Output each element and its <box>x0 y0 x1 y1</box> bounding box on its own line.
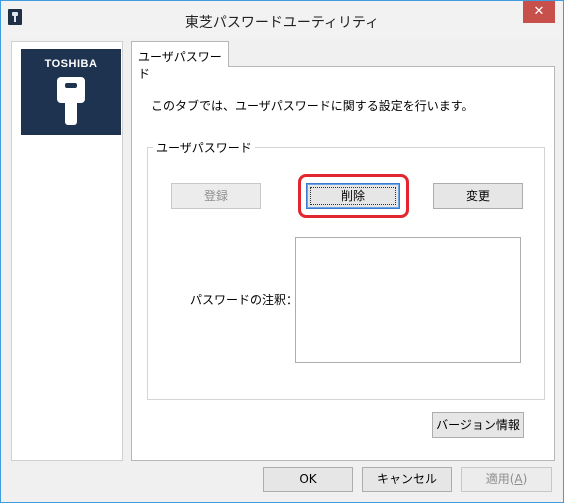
cancel-button[interactable]: キャンセル <box>362 467 452 492</box>
password-note-textarea[interactable] <box>295 237 521 363</box>
close-button[interactable]: ✕ <box>523 1 555 23</box>
title-bar[interactable]: 東芝パスワードユーティリティ ✕ <box>1 1 563 39</box>
group-label: ユーザパスワード <box>153 139 255 156</box>
ok-button[interactable]: OK <box>263 467 353 492</box>
logo-text: TOSHIBA <box>44 58 98 70</box>
apply-button[interactable]: 適用(A) <box>461 467 552 492</box>
tab-description: このタブでは、ユーザパスワードに関する設定を行います。 <box>151 99 474 113</box>
change-button[interactable]: 変更 <box>433 183 523 209</box>
password-utility-window: 東芝パスワードユーティリティ ✕ TOSHIBA ユーザパスワード このタブでは… <box>0 0 564 503</box>
delete-button[interactable]: 削除 <box>306 183 400 209</box>
apply-label-suffix: ) <box>522 472 528 486</box>
password-note-label: パスワードの注釈： <box>190 293 299 307</box>
toshiba-logo: TOSHIBA <box>21 49 121 135</box>
key-shaft <box>65 102 77 125</box>
apply-accelerator-key: A <box>514 472 523 486</box>
register-button[interactable]: 登録 <box>171 183 261 209</box>
apply-label-prefix: 適用( <box>485 472 515 486</box>
key-icon <box>57 77 85 103</box>
tab-user-password[interactable]: ユーザパスワード <box>131 41 229 81</box>
window-title: 東芝パスワードユーティリティ <box>184 15 380 31</box>
focus-rectangle <box>310 187 396 205</box>
version-info-button[interactable]: バージョン情報 <box>432 412 524 438</box>
sidebar-logo-panel: TOSHIBA <box>11 41 123 461</box>
